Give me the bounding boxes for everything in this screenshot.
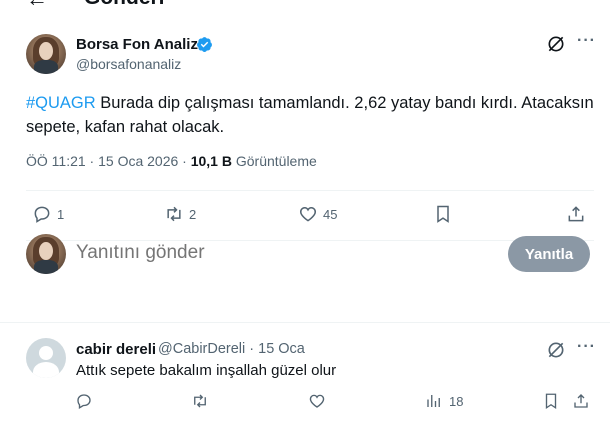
hashtag-link[interactable]: #QUAGR (26, 94, 96, 112)
reply-author-handle[interactable]: @CabirDereli · 15 Oca (158, 341, 305, 357)
back-arrow-icon[interactable]: ← (26, 0, 48, 12)
reply-views-count: 18 (449, 393, 464, 409)
more-options-icon[interactable]: ··· (577, 338, 596, 356)
reply-icon (77, 394, 91, 409)
like-count: 45 (323, 206, 338, 222)
retweet-icon (167, 206, 181, 222)
tweet-time[interactable]: ÖÖ 11:21 · 15 Oca 2026 · (26, 153, 191, 169)
reply-author-avatar[interactable] (26, 338, 66, 378)
reply-submit-button[interactable]: Yanıtla (508, 236, 590, 272)
author-name[interactable]: Borsa Fon Analiz (76, 36, 198, 53)
reply-views-button[interactable]: 18 (425, 392, 463, 410)
views-label: Görüntüleme (231, 153, 317, 169)
current-user-avatar[interactable] (26, 234, 66, 274)
tweet-body: Burada dip çalışması tamamlandı. 2,62 ya… (26, 94, 594, 136)
grok-icon[interactable] (546, 340, 566, 360)
views-count: 10,1 B (190, 153, 232, 169)
divider (26, 190, 594, 191)
retweet-icon (194, 394, 206, 408)
reply-count: 1 (57, 206, 65, 222)
reply-tweet[interactable]: cabir dereli @CabirDereli · 15 Oca ··· A… (0, 330, 610, 438)
reply-input[interactable] (76, 242, 456, 264)
reply-share-button[interactable] (572, 392, 590, 410)
share-icon (568, 206, 584, 222)
reply-author-name[interactable]: cabir dereli (76, 341, 156, 358)
bookmark-button[interactable] (433, 204, 453, 224)
reply-bookmark-button[interactable] (542, 392, 560, 410)
top-header: ← Gönderi (0, 0, 610, 14)
reply-composer: Yanıtla (0, 232, 610, 276)
tweet-text: #QUAGR Burada dip çalışması tamamlandı. … (26, 91, 596, 139)
bookmark-icon (545, 393, 557, 410)
retweet-button[interactable]: 2 (164, 204, 196, 224)
grok-icon[interactable] (546, 34, 566, 54)
like-button[interactable]: 45 (298, 204, 337, 224)
like-icon (299, 206, 317, 222)
reply-actions: 18 (0, 392, 610, 412)
views-icon (427, 395, 440, 407)
reply-like-button[interactable] (308, 392, 326, 410)
reply-reply-button[interactable] (75, 392, 93, 410)
reply-button[interactable]: 1 (32, 204, 64, 224)
share-button[interactable] (566, 204, 586, 224)
verified-badge-icon (197, 37, 212, 52)
author-handle[interactable]: @borsafonanaliz (76, 56, 181, 72)
retweet-count: 2 (189, 206, 197, 222)
tweet-meta: ÖÖ 11:21 · 15 Oca 2026 · 10,1 B Görüntül… (26, 153, 317, 169)
reply-retweet-button[interactable] (191, 392, 209, 410)
divider (0, 322, 610, 323)
author-avatar[interactable] (26, 34, 66, 74)
like-icon (309, 394, 325, 408)
more-options-icon[interactable]: ··· (577, 32, 596, 50)
page-title: Gönderi (84, 0, 165, 10)
reply-text: Attık sepete bakalım inşallah güzel olur (76, 362, 337, 379)
tweet-actions: 1 2 45 (0, 204, 610, 228)
share-icon (574, 394, 588, 408)
reply-icon (34, 206, 50, 223)
bookmark-icon (437, 205, 449, 223)
